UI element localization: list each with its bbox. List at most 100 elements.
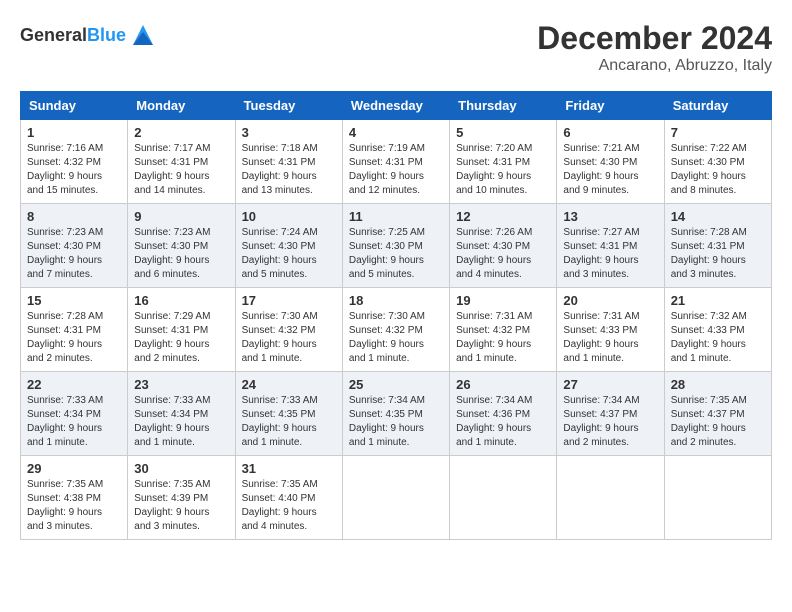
- calendar-cell: 12 Sunrise: 7:26 AMSunset: 4:30 PMDayligh…: [450, 204, 557, 288]
- day-number: 14: [671, 209, 765, 224]
- day-info: Sunrise: 7:26 AMSunset: 4:30 PMDaylight:…: [456, 226, 550, 282]
- calendar-cell: 3 Sunrise: 7:18 AMSunset: 4:31 PMDaylight…: [235, 120, 342, 204]
- calendar-cell: 30 Sunrise: 7:35 AMSunset: 4:39 PMDayligh…: [128, 456, 235, 540]
- calendar-cell: 25 Sunrise: 7:34 AMSunset: 4:35 PMDayligh…: [342, 372, 449, 456]
- calendar-cell: 14Sunrise: 7:28 AMSunset: 4:31 PMDayligh…: [664, 204, 771, 288]
- col-tuesday: Tuesday: [235, 92, 342, 120]
- day-info: Sunrise: 7:33 AMSunset: 4:34 PMDaylight:…: [27, 394, 121, 450]
- week-row: 1 Sunrise: 7:16 AMSunset: 4:32 PMDaylight…: [21, 120, 772, 204]
- day-number: 10: [242, 209, 336, 224]
- day-info: Sunrise: 7:35 AMSunset: 4:38 PMDaylight:…: [27, 478, 121, 534]
- logo-general: General: [20, 25, 87, 45]
- calendar-cell: 20 Sunrise: 7:31 AMSunset: 4:33 PMDayligh…: [557, 288, 664, 372]
- calendar-cell: 29 Sunrise: 7:35 AMSunset: 4:38 PMDayligh…: [21, 456, 128, 540]
- day-info: Sunrise: 7:20 AMSunset: 4:31 PMDaylight:…: [456, 142, 550, 198]
- location-title: Ancarano, Abruzzo, Italy: [537, 57, 772, 75]
- day-number: 18: [349, 293, 443, 308]
- week-row: 29 Sunrise: 7:35 AMSunset: 4:38 PMDayligh…: [21, 456, 772, 540]
- calendar-cell: [557, 456, 664, 540]
- day-info: Sunrise: 7:34 AMSunset: 4:37 PMDaylight:…: [563, 394, 657, 450]
- calendar-cell: 15 Sunrise: 7:28 AMSunset: 4:31 PMDayligh…: [21, 288, 128, 372]
- day-number: 27: [563, 377, 657, 392]
- calendar-cell: 8Sunrise: 7:23 AMSunset: 4:30 PMDaylight…: [21, 204, 128, 288]
- day-number: 17: [242, 293, 336, 308]
- day-number: 15: [27, 293, 121, 308]
- day-number: 9: [134, 209, 228, 224]
- day-number: 30: [134, 461, 228, 476]
- day-info: Sunrise: 7:18 AMSunset: 4:31 PMDaylight:…: [242, 142, 336, 198]
- day-info: Sunrise: 7:30 AMSunset: 4:32 PMDaylight:…: [349, 310, 443, 366]
- day-info: Sunrise: 7:35 AMSunset: 4:39 PMDaylight:…: [134, 478, 228, 534]
- day-number: 21: [671, 293, 765, 308]
- calendar-cell: 9 Sunrise: 7:23 AMSunset: 4:30 PMDaylight…: [128, 204, 235, 288]
- calendar-cell: 13 Sunrise: 7:27 AMSunset: 4:31 PMDayligh…: [557, 204, 664, 288]
- calendar-cell: 4 Sunrise: 7:19 AMSunset: 4:31 PMDaylight…: [342, 120, 449, 204]
- day-number: 31: [242, 461, 336, 476]
- title-section: December 2024 Ancarano, Abruzzo, Italy: [537, 20, 772, 75]
- day-number: 19: [456, 293, 550, 308]
- col-friday: Friday: [557, 92, 664, 120]
- day-info: Sunrise: 7:17 AMSunset: 4:31 PMDaylight:…: [134, 142, 228, 198]
- day-number: 26: [456, 377, 550, 392]
- week-row: 22 Sunrise: 7:33 AMSunset: 4:34 PMDayligh…: [21, 372, 772, 456]
- col-monday: Monday: [128, 92, 235, 120]
- day-number: 5: [456, 125, 550, 140]
- day-info: Sunrise: 7:31 AMSunset: 4:32 PMDaylight:…: [456, 310, 550, 366]
- day-info: Sunrise: 7:22 AMSunset: 4:30 PMDaylight:…: [671, 142, 765, 198]
- day-info: Sunrise: 7:21 AMSunset: 4:30 PMDaylight:…: [563, 142, 657, 198]
- calendar-cell: 18 Sunrise: 7:30 AMSunset: 4:32 PMDayligh…: [342, 288, 449, 372]
- calendar-cell: 24 Sunrise: 7:33 AMSunset: 4:35 PMDayligh…: [235, 372, 342, 456]
- day-number: 29: [27, 461, 121, 476]
- day-number: 23: [134, 377, 228, 392]
- day-info: Sunrise: 7:24 AMSunset: 4:30 PMDaylight:…: [242, 226, 336, 282]
- calendar-cell: [450, 456, 557, 540]
- day-number: 22: [27, 377, 121, 392]
- logo-icon: [128, 20, 158, 50]
- day-info: Sunrise: 7:35 AMSunset: 4:37 PMDaylight:…: [671, 394, 765, 450]
- day-info: Sunrise: 7:28 AMSunset: 4:31 PMDaylight:…: [27, 310, 121, 366]
- day-number: 4: [349, 125, 443, 140]
- week-row: 15 Sunrise: 7:28 AMSunset: 4:31 PMDayligh…: [21, 288, 772, 372]
- day-number: 2: [134, 125, 228, 140]
- day-number: 16: [134, 293, 228, 308]
- day-number: 3: [242, 125, 336, 140]
- day-number: 20: [563, 293, 657, 308]
- calendar-cell: 17 Sunrise: 7:30 AMSunset: 4:32 PMDayligh…: [235, 288, 342, 372]
- day-info: Sunrise: 7:23 AMSunset: 4:30 PMDaylight:…: [134, 226, 228, 282]
- logo-blue: Blue: [87, 25, 126, 45]
- calendar-cell: 23 Sunrise: 7:33 AMSunset: 4:34 PMDayligh…: [128, 372, 235, 456]
- day-info: Sunrise: 7:31 AMSunset: 4:33 PMDaylight:…: [563, 310, 657, 366]
- day-info: Sunrise: 7:16 AMSunset: 4:32 PMDaylight:…: [27, 142, 121, 198]
- day-info: Sunrise: 7:33 AMSunset: 4:34 PMDaylight:…: [134, 394, 228, 450]
- day-number: 6: [563, 125, 657, 140]
- calendar-cell: 31 Sunrise: 7:35 AMSunset: 4:40 PMDayligh…: [235, 456, 342, 540]
- day-info: Sunrise: 7:33 AMSunset: 4:35 PMDaylight:…: [242, 394, 336, 450]
- calendar-cell: 1 Sunrise: 7:16 AMSunset: 4:32 PMDaylight…: [21, 120, 128, 204]
- day-info: Sunrise: 7:19 AMSunset: 4:31 PMDaylight:…: [349, 142, 443, 198]
- calendar-cell: 28Sunrise: 7:35 AMSunset: 4:37 PMDayligh…: [664, 372, 771, 456]
- day-number: 24: [242, 377, 336, 392]
- calendar-cell: 10 Sunrise: 7:24 AMSunset: 4:30 PMDayligh…: [235, 204, 342, 288]
- col-thursday: Thursday: [450, 92, 557, 120]
- day-info: Sunrise: 7:32 AMSunset: 4:33 PMDaylight:…: [671, 310, 765, 366]
- day-info: Sunrise: 7:35 AMSunset: 4:40 PMDaylight:…: [242, 478, 336, 534]
- day-info: Sunrise: 7:27 AMSunset: 4:31 PMDaylight:…: [563, 226, 657, 282]
- calendar-cell: 27 Sunrise: 7:34 AMSunset: 4:37 PMDayligh…: [557, 372, 664, 456]
- day-number: 12: [456, 209, 550, 224]
- logo: GeneralBlue: [20, 20, 158, 50]
- day-info: Sunrise: 7:25 AMSunset: 4:30 PMDaylight:…: [349, 226, 443, 282]
- calendar-cell: [342, 456, 449, 540]
- day-info: Sunrise: 7:30 AMSunset: 4:32 PMDaylight:…: [242, 310, 336, 366]
- day-number: 13: [563, 209, 657, 224]
- calendar-cell: 5 Sunrise: 7:20 AMSunset: 4:31 PMDaylight…: [450, 120, 557, 204]
- page-header: GeneralBlue December 2024 Ancarano, Abru…: [20, 20, 772, 75]
- day-number: 1: [27, 125, 121, 140]
- calendar-cell: 16Sunrise: 7:29 AMSunset: 4:31 PMDayligh…: [128, 288, 235, 372]
- calendar-cell: 6 Sunrise: 7:21 AMSunset: 4:30 PMDaylight…: [557, 120, 664, 204]
- day-number: 7: [671, 125, 765, 140]
- day-info: Sunrise: 7:34 AMSunset: 4:35 PMDaylight:…: [349, 394, 443, 450]
- calendar-cell: 2 Sunrise: 7:17 AMSunset: 4:31 PMDaylight…: [128, 120, 235, 204]
- day-number: 11: [349, 209, 443, 224]
- calendar-cell: 11 Sunrise: 7:25 AMSunset: 4:30 PMDayligh…: [342, 204, 449, 288]
- day-number: 25: [349, 377, 443, 392]
